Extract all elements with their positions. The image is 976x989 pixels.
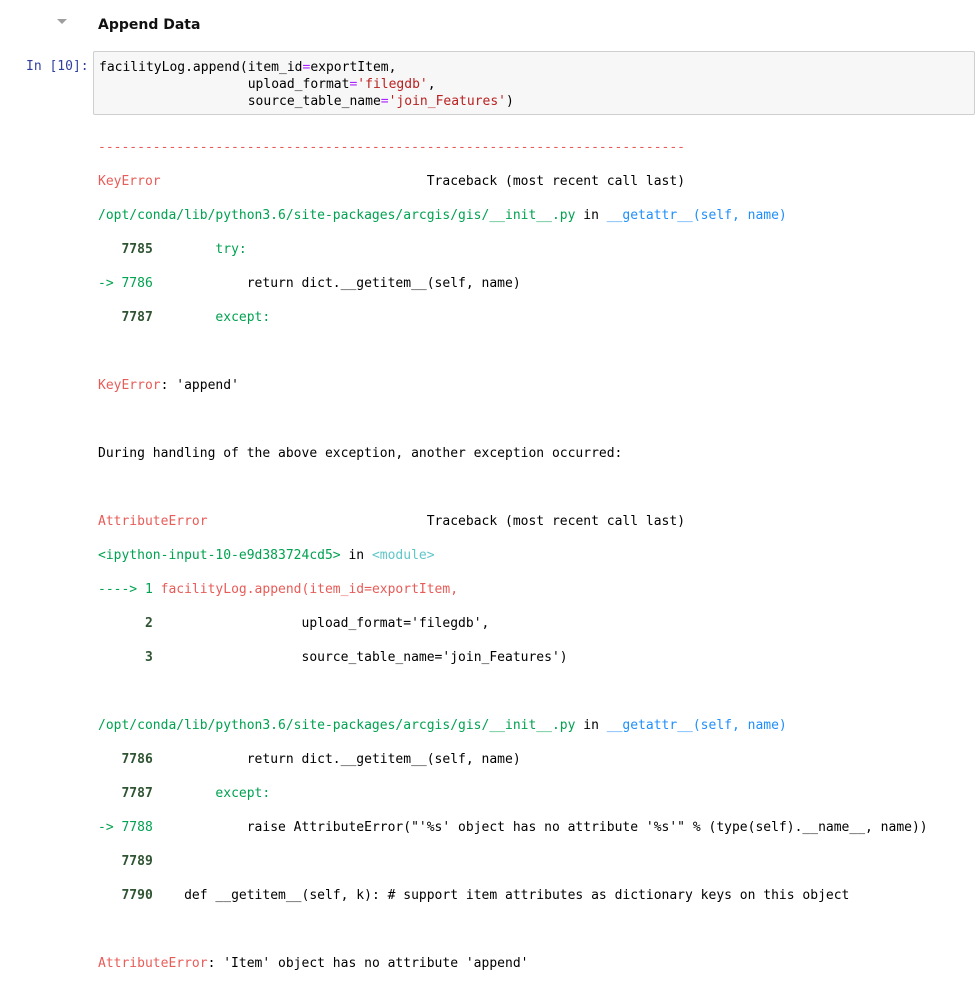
error-output: ----------------------------------------… (98, 122, 974, 989)
traceback-location-2: <ipython-input-10-e9d383724cd5> in <modu… (98, 548, 435, 563)
code-line-1: facilityLog.append(item_id=exportItem, (99, 60, 397, 75)
input-prompt: In [10]: (26, 59, 89, 74)
traceback-line: 7787 except: (98, 786, 271, 801)
error-message-1: KeyError: 'append' (98, 378, 239, 393)
error-message-2: AttributeError: 'Item' object has no att… (98, 956, 529, 971)
traceback-line: 2 upload_format='filegdb', (98, 616, 490, 631)
code-line-3: source_table_name='join_Features') (247, 94, 514, 109)
code-editor[interactable]: facilityLog.append(item_id=exportItem, u… (99, 59, 514, 110)
traceback-line: 3 source_table_name='join_Features') (98, 650, 568, 665)
traceback-line: 7785 try: (98, 242, 247, 257)
traceback-line: -> 7786 return dict.__getitem__(self, na… (98, 276, 521, 291)
traceback-line: ----> 1 facilityLog.append(item_id=expor… (98, 582, 459, 597)
chevron-down-icon[interactable] (57, 19, 67, 24)
section-heading: Append Data (98, 17, 201, 33)
traceback-separator: ----------------------------------------… (98, 140, 685, 155)
traceback-line: -> 7788 raise AttributeError("'%s' objec… (98, 820, 928, 835)
traceback-location-1: /opt/conda/lib/python3.6/site-packages/a… (98, 208, 787, 223)
traceback-line: 7787 except: (98, 310, 271, 325)
exception-chain-note: During handling of the above exception, … (98, 446, 623, 461)
traceback-line: 7790 def __getitem__(self, k): # support… (98, 888, 850, 903)
traceback-header-1: KeyError Traceback (most recent call las… (98, 174, 686, 189)
traceback-line: 7789 (98, 854, 153, 869)
code-line-2: upload_format='filegdb', (247, 77, 436, 92)
traceback-line: 7786 return dict.__getitem__(self, name) (98, 752, 521, 767)
traceback-header-2: AttributeError Traceback (most recent ca… (98, 514, 686, 529)
traceback-location-3: /opt/conda/lib/python3.6/site-packages/a… (98, 718, 787, 733)
code-cell-input[interactable]: facilityLog.append(item_id=exportItem, u… (93, 51, 975, 115)
